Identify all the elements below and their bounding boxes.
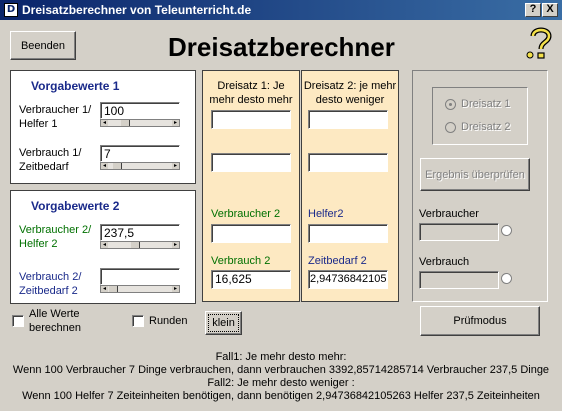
scroll-left-icon[interactable]: ◂ [101, 163, 108, 169]
verbrauch1-label-line1: Verbrauch 1/ [19, 147, 82, 159]
verbraucher2-scrollbar[interactable]: ◂ ▸ [100, 241, 180, 249]
dreisatz2-field4[interactable]: 2,94736842105 [308, 270, 388, 289]
dreisatz1-panel: Dreisatz 1: Je mehr desto mehr Verbrauch… [202, 70, 300, 302]
result-line1: Fall1: Je mehr desto mehr: [215, 351, 347, 363]
scroll-thumb[interactable] [109, 286, 118, 292]
verbrauch-radio[interactable] [501, 273, 512, 284]
window-title: Dreisatzberechner von Teleunterricht.de [22, 3, 252, 17]
dreisatz2-panel: Dreisatz 2: je mehr desto weniger Helfer… [301, 70, 399, 302]
dreisatz2-field3[interactable] [308, 224, 388, 243]
vorgabewerte2-heading: Vorgabewerte 2 [31, 199, 120, 213]
close-title-button[interactable]: X [542, 3, 558, 17]
help-question-icon[interactable] [524, 22, 556, 62]
dreisatz-radio-group: Dreisatz 1 Dreisatz 2 [432, 87, 528, 145]
scroll-left-icon[interactable]: ◂ [101, 120, 108, 126]
scroll-left-icon[interactable]: ◂ [101, 242, 108, 248]
vorgabewerte1-heading: Vorgabewerte 1 [31, 79, 120, 93]
alle-werte-label-line2: berechnen [29, 322, 81, 334]
pruefmodus-button[interactable]: Prüfmodus [420, 306, 540, 336]
result-line4: Wenn 100 Helfer 7 Zeiteinheiten benötige… [22, 390, 540, 402]
verbraucher1-label-line2: Helfer 1 [19, 118, 58, 130]
vorgabewerte2-panel: Vorgabewerte 2 Verbraucher 2/ Helfer 2 2… [10, 190, 196, 304]
verbraucher-input[interactable] [419, 223, 499, 241]
verbrauch2-input[interactable] [100, 268, 180, 285]
verbraucher1-label-line1: Verbraucher 1/ [19, 104, 92, 116]
runden-checkbox[interactable] [132, 315, 144, 327]
help-title-button[interactable]: ? [525, 3, 541, 17]
verbraucher2-label-line1: Verbraucher 2/ [19, 224, 92, 236]
scroll-thumb[interactable] [131, 242, 140, 248]
dreisatz1-field3[interactable] [211, 224, 291, 243]
scroll-thumb[interactable] [113, 163, 122, 169]
verbrauch1-input[interactable]: 7 [100, 145, 180, 162]
verbrauch2-label-line1: Verbrauch 2/ [19, 271, 82, 283]
dreisatz2-label-helfer2: Helfer2 [308, 208, 344, 220]
verbrauch-input[interactable] [419, 271, 499, 289]
dreisatz1-field1[interactable] [211, 110, 291, 129]
ergebnis-ueberpruefen-button[interactable]: Ergebnis überprüfen [420, 158, 530, 191]
pruef-panel: Dreisatz 1 Dreisatz 2 Ergebnis überprüfe… [412, 70, 548, 302]
verbrauch-label: Verbrauch [419, 256, 470, 268]
verbraucher1-scrollbar[interactable]: ◂ ▸ [100, 119, 180, 127]
dreisatz1-field2[interactable] [211, 153, 291, 172]
dreisatz2-field1[interactable] [308, 110, 388, 129]
dreisatz1-header-line1: Dreisatz 1: Je [217, 80, 285, 92]
dreisatz1-radio[interactable] [445, 99, 456, 110]
verbrauch1-scrollbar[interactable]: ◂ ▸ [100, 162, 180, 170]
verbraucher1-input[interactable]: 100 [100, 102, 180, 119]
app-icon: D [4, 3, 18, 17]
scroll-right-icon[interactable]: ▸ [172, 242, 179, 248]
dreisatz2-label-zeitbedarf2: Zeitbedarf 2 [308, 255, 367, 267]
scroll-right-icon[interactable]: ▸ [172, 120, 179, 126]
dreisatz1-field4[interactable]: 16,625 [211, 270, 291, 289]
alle-werte-label-line1: Alle Werte [29, 308, 80, 320]
verbraucher-radio[interactable] [501, 225, 512, 236]
title-bar: D Dreisatzberechner von Teleunterricht.d… [0, 0, 562, 20]
dreisatz1-label-verbrauch2: Verbrauch 2 [211, 255, 271, 267]
scroll-right-icon[interactable]: ▸ [172, 286, 179, 292]
scroll-left-icon[interactable]: ◂ [101, 286, 108, 292]
vorgabewerte1-panel: Vorgabewerte 1 Verbraucher 1/ Helfer 1 1… [10, 70, 196, 184]
runden-label: Runden [149, 315, 188, 327]
scroll-thumb[interactable] [121, 120, 130, 126]
alle-werte-checkbox[interactable] [12, 315, 24, 327]
dreisatz2-radio-label: Dreisatz 2 [461, 121, 511, 133]
dreisatz1-radio-label: Dreisatz 1 [461, 98, 511, 110]
app-title: Dreisatzberechner [168, 32, 395, 62]
scroll-right-icon[interactable]: ▸ [172, 163, 179, 169]
dreisatz2-radio[interactable] [445, 122, 456, 133]
result-line2: Wenn 100 Verbraucher 7 Dinge verbrauchen… [12, 364, 550, 376]
verbrauch1-label-line2: Zeitbedarf [19, 161, 69, 173]
dreisatz1-label-verbraucher2: Verbraucher 2 [211, 208, 281, 220]
dreisatz2-header-line2: desto weniger [315, 94, 385, 106]
verbraucher2-input[interactable]: 237,5 [100, 224, 180, 241]
klein-button[interactable]: klein [205, 311, 242, 335]
verbraucher2-label-line2: Helfer 2 [19, 238, 58, 250]
verbrauch2-scrollbar[interactable]: ◂ ▸ [100, 285, 180, 293]
beenden-button[interactable]: Beenden [10, 31, 76, 60]
dreisatz2-field2[interactable] [308, 153, 388, 172]
verbrauch2-label-line2: Zeitbedarf 2 [19, 285, 78, 297]
dreisatz1-header-line2: mehr desto mehr [209, 94, 293, 106]
verbraucher-label: Verbraucher [419, 208, 479, 220]
dreisatz2-header-line1: Dreisatz 2: je mehr [303, 80, 397, 92]
result-line3: Fall2: Je mehr desto weniger : [207, 377, 355, 389]
